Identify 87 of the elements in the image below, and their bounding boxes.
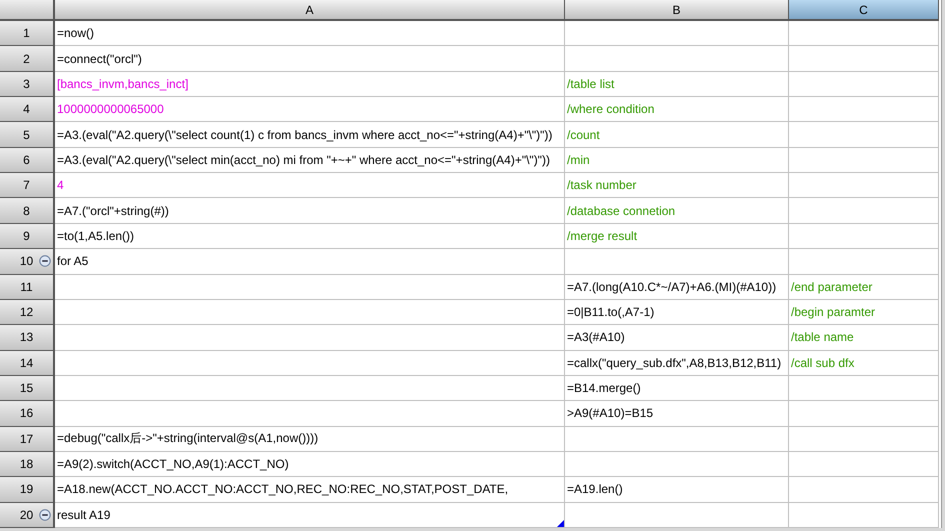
- table-cell[interactable]: /min: [565, 148, 789, 174]
- table-cell[interactable]: =A19.len(): [565, 477, 789, 503]
- table-cell[interactable]: [55, 325, 565, 351]
- row-header[interactable]: 6: [0, 148, 55, 174]
- row-header[interactable]: 8: [0, 198, 55, 224]
- table-cell[interactable]: =A9(2).switch(ACCT_NO,A9(1):ACCT_NO): [55, 452, 565, 478]
- table-cell[interactable]: =B14.merge(): [565, 376, 789, 402]
- row-header[interactable]: 15: [0, 376, 55, 402]
- row-header[interactable]: 16: [0, 401, 55, 427]
- corner-header[interactable]: [0, 0, 55, 21]
- table-cell[interactable]: [55, 350, 565, 376]
- table-cell[interactable]: >A9(#A10)=B15: [565, 401, 789, 427]
- table-cell[interactable]: [789, 122, 939, 148]
- table-cell[interactable]: [565, 452, 789, 478]
- table-cell[interactable]: /call sub dfx: [789, 350, 939, 376]
- table-cell[interactable]: =A18.new(ACCT_NO.ACCT_NO:ACCT_NO,REC_NO:REC_NO,STAT,POST_DATE,: [55, 477, 565, 503]
- row-header[interactable]: 13: [0, 325, 55, 351]
- table-cell[interactable]: 1000000000065000: [55, 97, 565, 122]
- table-cell[interactable]: =callx("query_sub.dfx",A8,B13,B12,B11): [565, 350, 789, 376]
- table-cell[interactable]: [789, 173, 939, 198]
- table-cell[interactable]: [789, 72, 939, 98]
- table-cell[interactable]: =connect("orcl"): [55, 46, 565, 72]
- row-header[interactable]: 1: [0, 21, 55, 46]
- table-cell[interactable]: /table list: [565, 72, 789, 98]
- row-header[interactable]: 2: [0, 46, 55, 72]
- collapse-icon[interactable]: [39, 508, 51, 521]
- table-cell[interactable]: [789, 198, 939, 224]
- row-header[interactable]: 14: [0, 350, 55, 376]
- table-cell[interactable]: [789, 376, 939, 402]
- table-cell[interactable]: =A7.("orcl"+string(#)): [55, 198, 565, 224]
- column-header[interactable]: B: [565, 0, 789, 21]
- table-cell[interactable]: [55, 376, 565, 402]
- table-cell[interactable]: result A19: [55, 502, 565, 528]
- table-cell[interactable]: 4: [55, 173, 565, 198]
- row-header[interactable]: 19: [0, 477, 55, 503]
- table-cell[interactable]: /begin paramter: [789, 300, 939, 326]
- table-cell[interactable]: [789, 46, 939, 72]
- row-header[interactable]: 5: [0, 122, 55, 148]
- table-cell[interactable]: =A3(#A10): [565, 325, 789, 351]
- corner-marker-icon: [557, 520, 564, 527]
- table-cell[interactable]: [789, 401, 939, 427]
- table-cell[interactable]: =A3.(eval("A2.query(\"select count(1) c from bancs_invm where acct_no<="+string(A4)+"\")")): [55, 122, 565, 148]
- table-cell[interactable]: [789, 477, 939, 503]
- table-cell[interactable]: [565, 46, 789, 72]
- row-header[interactable]: 3: [0, 72, 55, 98]
- table-cell[interactable]: [55, 300, 565, 326]
- table-cell[interactable]: =A3.(eval("A2.query(\"select min(acct_no) mi from "+~+" where acct_no<="+string(A4)+"\")")): [55, 148, 565, 174]
- table-cell[interactable]: [789, 426, 939, 452]
- row-header[interactable]: 20: [0, 502, 55, 528]
- table-cell[interactable]: [789, 21, 939, 46]
- row-header[interactable]: 12: [0, 300, 55, 326]
- table-cell[interactable]: /database connetion: [565, 198, 789, 224]
- table-cell[interactable]: [789, 224, 939, 250]
- table-cell[interactable]: [bancs_invm,bancs_inct]: [55, 72, 565, 98]
- table-cell[interactable]: /merge result: [565, 224, 789, 250]
- table-cell[interactable]: [789, 148, 939, 174]
- table-cell[interactable]: [55, 274, 565, 300]
- column-header[interactable]: C: [789, 0, 939, 21]
- row-header[interactable]: 17: [0, 426, 55, 452]
- row-header[interactable]: 4: [0, 97, 55, 122]
- table-cell[interactable]: =A7.(long(A10.C*~/A7)+A6.(MI)(#A10)): [565, 274, 789, 300]
- row-header[interactable]: 9: [0, 224, 55, 250]
- table-cell[interactable]: /count: [565, 122, 789, 148]
- table-cell[interactable]: =0|B11.to(,A7-1): [565, 300, 789, 326]
- row-header[interactable]: 10: [0, 249, 55, 274]
- collapse-icon[interactable]: [39, 255, 51, 268]
- row-header[interactable]: 11: [0, 274, 55, 300]
- table-cell[interactable]: [565, 21, 789, 46]
- table-cell[interactable]: for A5: [55, 249, 565, 274]
- table-cell[interactable]: /task number: [565, 173, 789, 198]
- table-cell[interactable]: [565, 502, 789, 528]
- table-cell[interactable]: /end parameter: [789, 274, 939, 300]
- table-cell[interactable]: /where condition: [565, 97, 789, 122]
- column-header[interactable]: A: [55, 0, 565, 21]
- table-cell[interactable]: [565, 426, 789, 452]
- table-cell[interactable]: [789, 249, 939, 274]
- table-cell[interactable]: [789, 452, 939, 478]
- table-cell[interactable]: =debug("callx后->"+string(interval@s(A1,now()))): [55, 426, 565, 452]
- table-cell[interactable]: [789, 502, 939, 528]
- row-header[interactable]: 7: [0, 173, 55, 198]
- table-cell[interactable]: =now(): [55, 21, 565, 46]
- table-cell[interactable]: =to(1,A5.len()): [55, 224, 565, 250]
- table-cell[interactable]: [789, 97, 939, 122]
- table-cell[interactable]: [55, 401, 565, 427]
- row-header[interactable]: 18: [0, 452, 55, 478]
- table-cell[interactable]: /table name: [789, 325, 939, 351]
- table-cell[interactable]: [565, 249, 789, 274]
